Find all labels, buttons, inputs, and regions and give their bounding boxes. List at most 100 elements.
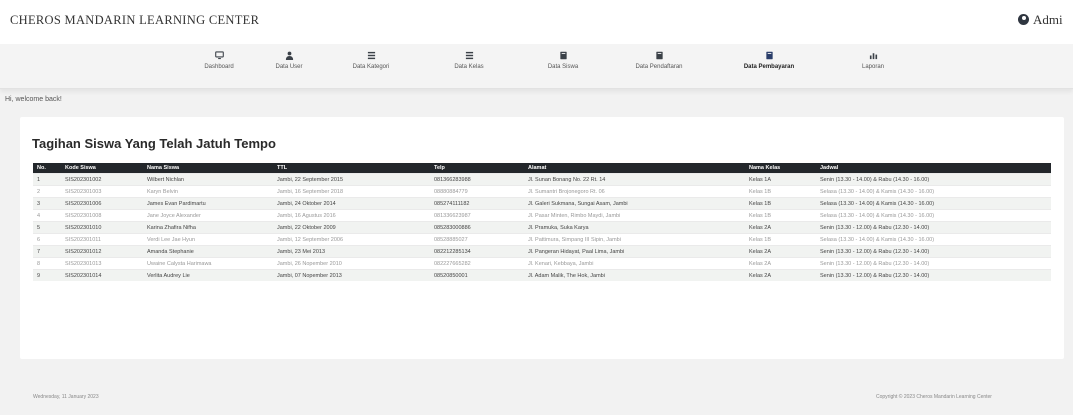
book-icon [765,51,773,60]
main-navigation: Dashboard Data User Data Kategori Data K… [0,44,1073,89]
table-cell: Jambi, 22 Oktober 2009 [273,221,430,234]
table-cell: Karina Zhafira Nifha [143,221,273,234]
table-row: 3 SIS202301006 James Evan Pardimartu Jambi,… [33,197,1051,210]
nav-item-laporan[interactable]: Laporan [853,51,893,81]
nav-label-dashboard: Dashboard [204,64,234,70]
welcome-message: Hi, welcome back! [5,96,62,103]
table-row: 7 SIS202301012 Amanda Stephanie Jambi, 23 M… [33,245,1051,258]
column-header: TTL [273,163,430,174]
table-cell: 08528885027 [430,233,524,246]
table-cell: 1 [33,173,61,186]
column-header: Alamat [524,163,745,174]
nav-item-data-siswa[interactable]: Data Siswa [541,51,585,81]
table-cell: 08880884779 [430,185,524,198]
table-row: 1 SIS202301002 Wilbert Nichlan Jambi, 22 Se… [33,173,1051,186]
table-cell: SIS202301008 [61,209,143,222]
table-cell: 5 [33,221,61,234]
column-header: Nama Kelas [745,163,816,174]
nav-item-data-user[interactable]: Data User [271,51,307,81]
list-icon [465,51,473,60]
table-row: 4 SIS202301008 Jane Joyce Alexander Jambi, … [33,209,1051,222]
table-cell: Kelas 2A [745,221,816,234]
table-cell: Jambi, 12 September 2006 [273,233,430,246]
table-cell: Jl. Sumantri Brojonegoro Rt. 06 [524,185,745,198]
card-title: Tagihan Siswa Yang Telah Jatuh Tempo [32,136,276,151]
table-cell: SIS202301010 [61,221,143,234]
table-cell: Jl. Pattimura, Simpang III Sipin, Jambi [524,233,745,246]
table-cell: SIS202301003 [61,185,143,198]
table-cell: 3 [33,197,61,210]
table-cell: Jl. Pramuka, Suka Karya [524,221,745,234]
table-cell: Jambi, 22 September 2015 [273,173,430,186]
table-cell: SIS202301002 [61,173,143,186]
table-cell: Jl. Kenari, Kebbaya, Jambi [524,257,745,270]
table-cell: 6 [33,233,61,246]
book-icon [655,51,663,60]
nav-item-data-kategori[interactable]: Data Kategori [345,51,397,81]
table-cell: 082212285134 [430,245,524,258]
table-cell: 4 [33,209,61,222]
table-cell: Kelas 1A [745,173,816,186]
table-row: 5 SIS202301010 Karina Zhafira Nifha Jambi, … [33,221,1051,234]
table-cell: Kelas 1B [745,233,816,246]
user-menu[interactable]: Admi [1018,12,1063,28]
table-cell: Jambi, 24 Oktober 2014 [273,197,430,210]
column-header: Nama Siswa [143,163,273,174]
table-cell: Kelas 2A [745,245,816,258]
nav-label-data-pembayaran: Data Pembayaran [743,64,795,70]
user-name: Admi [1033,12,1063,27]
table-cell: Senin (13.30 - 12.00) & Rabu (12.30 - 14… [816,269,1051,281]
table-cell: SIS202301013 [61,257,143,270]
table-cell: Karyn Belvin [143,185,273,198]
nav-label-laporan: Laporan [861,64,885,70]
table-cell: Selasa (13.30 - 14.00) & Kamis (14.30 - … [816,185,1051,198]
table-row: 2 SIS202301003 Karyn Belvin Jambi, 16 Septe… [33,185,1051,198]
list-icon [367,51,375,60]
table-cell: Senin (13.30 - 12.00) & Rabu (12.30 - 14… [816,221,1051,234]
app-title: CHEROS MANDARIN LEARNING CENTER [10,13,260,27]
table-cell: Senin (13.30 - 14.00) & Rabu (14.30 - 16… [816,173,1051,186]
nav-item-data-kelas[interactable]: Data Kelas [449,51,489,81]
table-cell: Jl. Galeri Sukmana, Sungai Asam, Jambi [524,197,745,210]
table-cell: 7 [33,245,61,258]
table-cell: SIS202301011 [61,233,143,246]
nav-label-data-kelas: Data Kelas [454,64,484,70]
table-cell: Kelas 2A [745,269,816,281]
table-cell: Jambi, 16 September 2018 [273,185,430,198]
nav-label-data-kategori: Data Kategori [352,64,390,70]
table-cell: 8 [33,257,61,270]
table-cell: Jl. Sunan Bonang No. 22 Rt. 14 [524,173,745,186]
desktop-icon [214,51,224,60]
table-body: 1 SIS202301002 Wilbert Nichlan Jambi, 22 Se… [33,173,1051,281]
footer-copyright: Copyright © 2023 Cheros Mandarin Learnin… [876,394,992,400]
nav-item-dashboard[interactable]: Dashboard [192,51,246,81]
table-row: 8 SIS202301013 Uwaine Calysta Harimawa Jamb… [33,257,1051,270]
nav-item-data-pembayaran[interactable]: Data Pembayaran [738,51,800,81]
table-cell: 081336623987 [430,209,524,222]
table-cell: Selasa (13.30 - 14.00) & Kamis (14.30 - … [816,197,1051,210]
footer-date: Wednesday, 11 January 2023 [33,394,99,400]
table-cell: 085283000886 [430,221,524,234]
column-header: Jadwal [816,163,1051,174]
table-cell: 9 [33,269,61,281]
column-header: Telp [430,163,524,174]
table-cell: Wilbert Nichlan [143,173,273,186]
user-icon [285,51,293,60]
table-cell: Verlita Audrey Lie [143,269,273,281]
overdue-bills-card: Tagihan Siswa Yang Telah Jatuh Tempo No.… [20,117,1064,359]
overdue-bills-table: No. Kode Siswa Nama Siswa TTL Telp Alamat Nama… [33,163,1051,281]
user-circle-icon [1018,14,1029,25]
table-cell: Jambi, 26 Nopember 2010 [273,257,430,270]
table-cell: 2 [33,185,61,198]
table-cell: Selasa (13.30 - 14.00) & Kamis (14.30 - … [816,209,1051,222]
table-cell: 08520850001 [430,269,524,281]
table-cell: Kelas 1B [745,185,816,198]
table-row: 6 SIS202301011 Verdi Lee Jae Hyun Jambi, 12… [33,233,1051,246]
table-cell: 085274111182 [430,197,524,210]
table-cell: SIS202301006 [61,197,143,210]
table-header-row: No. Kode Siswa Nama Siswa TTL Telp Alamat Nama… [33,163,1051,174]
nav-item-data-pendaftaran[interactable]: Data Pendaftaran [628,51,690,81]
table-cell: Jl. Adam Malik, The Hok, Jambi [524,269,745,281]
table-cell: Kelas 1B [745,197,816,210]
table-cell: 081366283988 [430,173,524,186]
